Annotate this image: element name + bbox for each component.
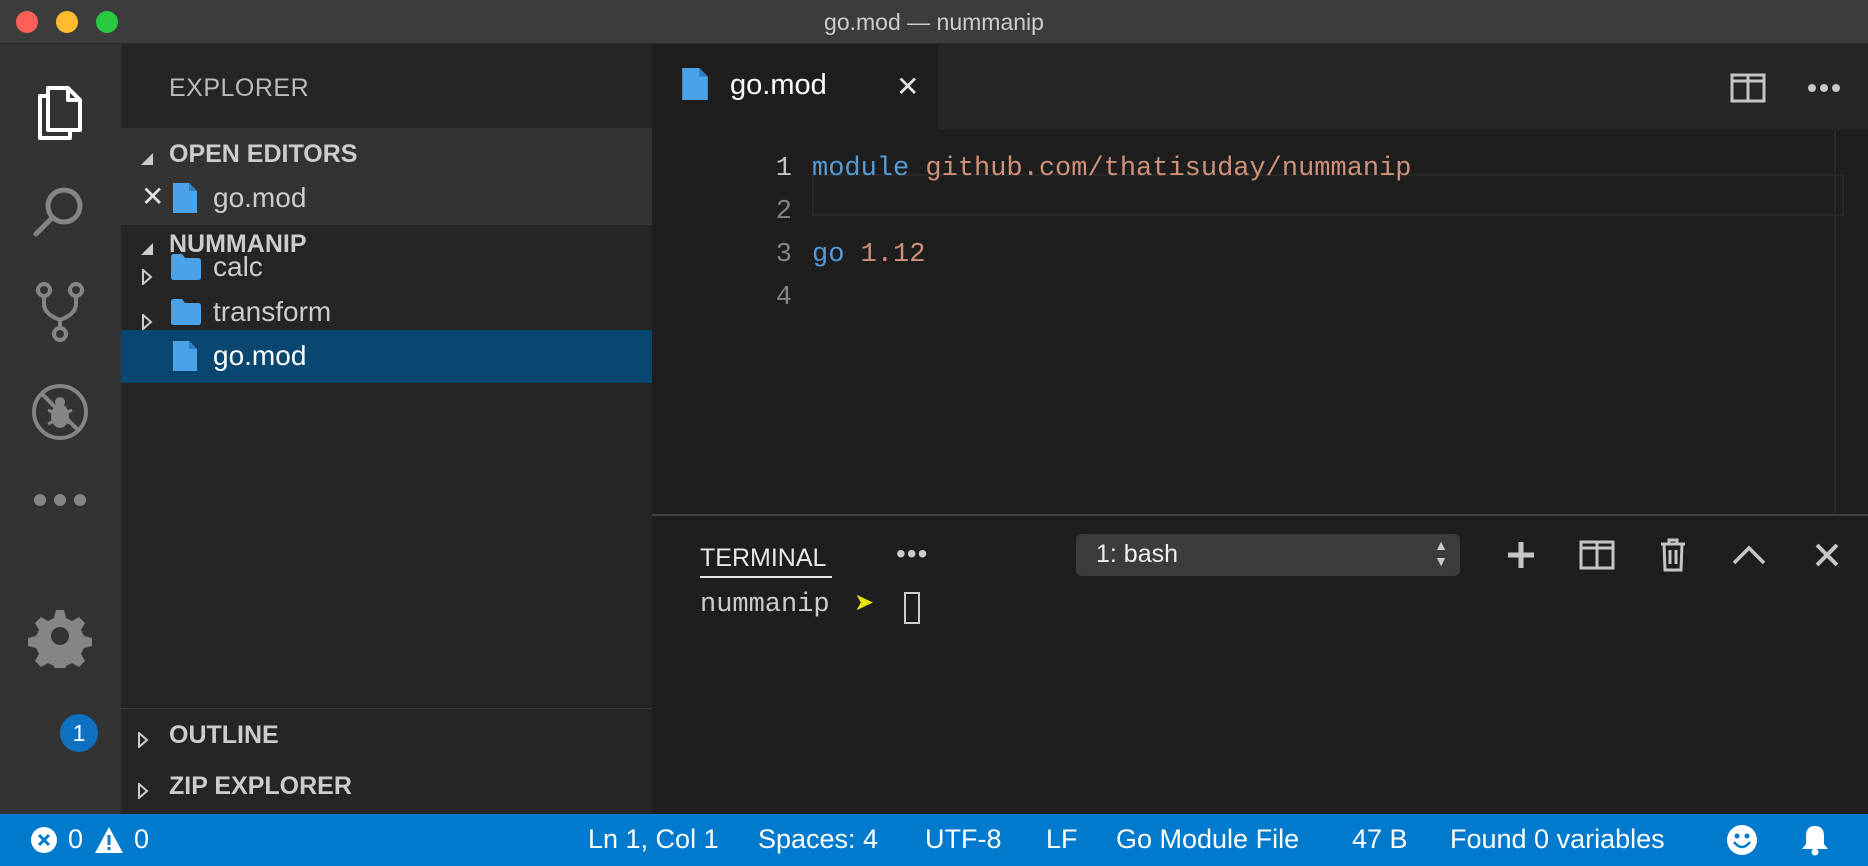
prompt-arrow-icon: ➤: [854, 589, 875, 616]
open-editor-label: go.mod: [213, 182, 307, 213]
split-terminal-icon[interactable]: [1572, 530, 1622, 580]
variables-status[interactable]: Found 0 variables: [1450, 824, 1665, 855]
title-bar: go.mod — nummanip: [0, 0, 1868, 44]
indentation[interactable]: Spaces: 4: [758, 824, 878, 855]
file-size[interactable]: 47 B: [1352, 824, 1408, 855]
no-debug-icon[interactable]: [20, 372, 100, 452]
source-control-icon[interactable]: [20, 272, 100, 352]
tab-label: go.mod: [730, 69, 827, 101]
activity-bar: [0, 44, 121, 814]
outline-header[interactable]: OUTLINE: [121, 708, 652, 761]
code-number: 1.12: [860, 240, 926, 270]
cursor-position[interactable]: Ln 1, Col 1: [588, 824, 719, 855]
code-keyword: module: [812, 154, 910, 184]
tree-item-label: transform: [213, 296, 332, 327]
status-bar: 0 0 Ln 1, Col 1 Spaces: 4 UTF-8 LF Go Mo…: [0, 814, 1868, 866]
tree-item-label: go.mod: [213, 340, 307, 371]
outline-label: OUTLINE: [169, 721, 279, 749]
explorer-sidebar: EXPLORER OPEN EDITORS ✕ go.mod NUMMANIP …: [121, 44, 652, 814]
folder-icon: [171, 254, 201, 287]
files-icon[interactable]: [20, 72, 100, 152]
warning-count[interactable]: 0: [134, 824, 149, 855]
folder-icon: [171, 299, 201, 332]
tab-strip: go.mod ✕: [652, 44, 1868, 130]
open-editors-label: OPEN EDITORS: [169, 140, 358, 168]
file-icon: [173, 341, 197, 378]
terminal-prompt: nummanip: [700, 590, 830, 620]
settings-gear-icon[interactable]: [20, 596, 100, 676]
zip-explorer-label: ZIP EXPLORER: [169, 772, 352, 800]
warning-icon[interactable]: [94, 826, 124, 861]
terminal-select[interactable]: 1: bash ▲ ▼: [1076, 534, 1460, 576]
panel-more-icon[interactable]: •••: [896, 538, 928, 570]
close-panel-icon[interactable]: [1802, 530, 1852, 580]
error-count[interactable]: 0: [68, 824, 83, 855]
sidebar-title: EXPLORER: [169, 74, 310, 102]
tab-terminal[interactable]: TERMINAL: [700, 544, 826, 573]
select-arrows-icon: ▲ ▼: [1434, 537, 1448, 569]
notifications-bell-icon[interactable]: [1800, 824, 1830, 863]
line-number: 1: [775, 154, 792, 184]
line-number: 3: [775, 240, 792, 270]
trash-icon[interactable]: [1648, 530, 1698, 580]
new-terminal-icon[interactable]: [1496, 530, 1546, 580]
file-icon: [173, 183, 197, 220]
tree-item-label: calc: [213, 251, 263, 282]
line-number: 4: [775, 283, 792, 313]
terminal-cursor: [904, 592, 920, 624]
search-icon[interactable]: [20, 172, 100, 252]
end-of-line[interactable]: LF: [1046, 824, 1078, 855]
chevron-right-icon: [137, 777, 149, 806]
split-editor-icon[interactable]: [1726, 66, 1770, 110]
chevron-right-icon: [137, 726, 149, 755]
settings-badge: 1: [58, 712, 100, 754]
zip-explorer-header[interactable]: ZIP EXPLORER: [121, 760, 652, 813]
tree-item-go-mod[interactable]: go.mod: [121, 330, 652, 383]
active-tab-indicator: [700, 576, 832, 578]
more-actions-icon[interactable]: [1802, 66, 1846, 110]
language-mode[interactable]: Go Module File: [1116, 824, 1299, 855]
feedback-smiley-icon[interactable]: [1726, 824, 1758, 863]
code-line: module github.com/thatisuday/nummanip: [812, 154, 1412, 184]
code-string: github.com/thatisuday/nummanip: [925, 154, 1412, 184]
editor-area: go.mod ✕ 1 2 3 4 module github.com/thati…: [652, 44, 1868, 814]
line-number: 2: [775, 197, 792, 227]
error-icon[interactable]: [30, 826, 58, 861]
window-title: go.mod — nummanip: [824, 9, 1044, 35]
code-editor[interactable]: 1 2 3 4 module github.com/thatisuday/num…: [652, 130, 1868, 514]
tab-go-mod[interactable]: go.mod ✕: [652, 44, 938, 130]
chevron-down-icon: [139, 145, 155, 174]
maximize-panel-icon[interactable]: [1724, 530, 1774, 580]
overview-ruler[interactable]: [1834, 130, 1836, 514]
terminal-select-value: 1: bash: [1096, 540, 1179, 568]
more-icon[interactable]: [20, 452, 100, 532]
close-icon[interactable]: ✕: [141, 180, 164, 213]
code-keyword: go: [812, 240, 845, 270]
code-line: go 1.12: [812, 240, 925, 270]
encoding[interactable]: UTF-8: [925, 824, 1002, 855]
file-icon: [682, 68, 708, 105]
terminal-panel: TERMINAL ••• 1: bash ▲ ▼ nummanip ➤: [652, 514, 1868, 814]
close-icon[interactable]: ✕: [896, 70, 919, 103]
